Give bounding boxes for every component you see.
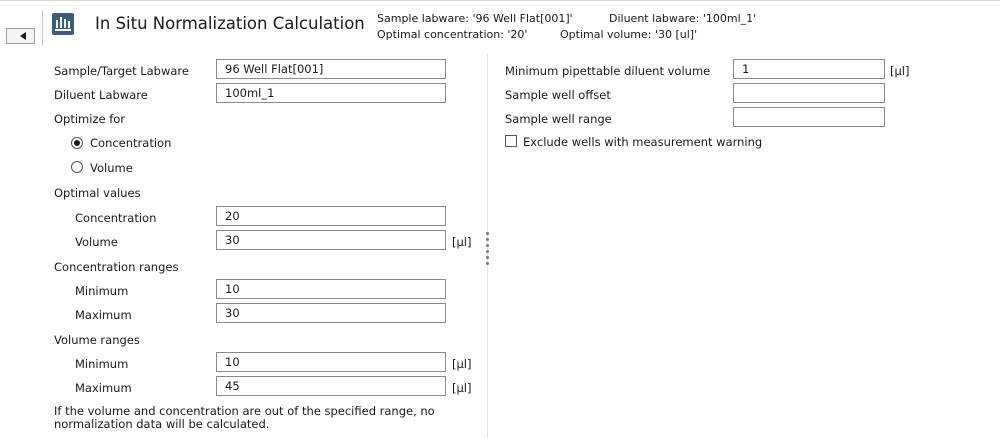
min-pipettable-volume-label: Minimum pipettable diluent volume (505, 64, 711, 78)
optimal-volume-unit: [µl] (452, 235, 472, 249)
concentration-radio[interactable] (71, 137, 83, 149)
min-pipettable-volume-unit: [µl] (890, 64, 910, 78)
sample-well-offset-label: Sample well offset (505, 88, 611, 102)
volume-ranges-label: Volume ranges (54, 333, 140, 347)
sample-target-labware-field[interactable] (216, 59, 446, 79)
concentration-maximum-label: Maximum (75, 308, 132, 322)
splitter-grip-icon[interactable] (486, 250, 489, 253)
header-separator (42, 10, 43, 46)
volume-radio[interactable] (71, 161, 83, 173)
volume-maximum-label: Maximum (75, 381, 132, 395)
exclude-wells-label: Exclude wells with measurement warning (523, 135, 763, 149)
plate-icon (52, 13, 74, 35)
volume-minimum-label: Minimum (75, 357, 129, 371)
splitter-grip-icon[interactable] (486, 256, 489, 259)
sample-well-range-field[interactable] (733, 107, 885, 127)
sample-well-range-label: Sample well range (505, 112, 612, 126)
splitter-grip-icon[interactable] (486, 262, 489, 265)
sample-well-offset-field[interactable] (733, 83, 885, 103)
optimal-volume-field[interactable] (216, 230, 446, 250)
optimal-volume-info: Optimal volume: '30 [ul]' (560, 28, 698, 41)
optimize-for-label: Optimize for (54, 112, 126, 126)
optimal-volume-label: Volume (75, 235, 118, 249)
sample-target-labware-label: Sample/Target Labware (54, 64, 189, 78)
volume-maximum-unit: [µl] (452, 381, 472, 395)
header-top-border (0, 0, 1000, 1)
min-pipettable-volume-field[interactable] (733, 59, 885, 79)
volume-maximum-field[interactable] (216, 376, 446, 396)
splitter-grip-icon[interactable] (486, 238, 489, 241)
concentration-minimum-field[interactable] (216, 279, 446, 299)
concentration-minimum-label: Minimum (75, 284, 129, 298)
splitter-grip-icon[interactable] (486, 232, 489, 235)
concentration-maximum-field[interactable] (216, 303, 446, 323)
diluent-labware-label: Diluent Labware (54, 88, 148, 102)
triangle-left-icon (20, 32, 26, 40)
diluent-labware-field[interactable] (216, 83, 446, 103)
sample-labware-info: Sample labware: '96 Well Flat[001]' (377, 12, 573, 25)
volume-minimum-unit: [µl] (452, 357, 472, 371)
optimal-concentration-info: Optimal concentration: '20' (377, 28, 528, 41)
optimal-concentration-label: Concentration (75, 211, 157, 225)
range-note-line-2: normalization data will be calculated. (54, 417, 270, 431)
splitter-grip-icon[interactable] (486, 244, 489, 247)
diluent-labware-info: Diluent labware: '100ml_1' (609, 12, 757, 25)
optimal-concentration-field[interactable] (216, 206, 446, 226)
collapse-button[interactable] (6, 28, 35, 44)
page-title: In Situ Normalization Calculation (95, 14, 365, 33)
volume-minimum-field[interactable] (216, 352, 446, 372)
concentration-ranges-label: Concentration ranges (54, 260, 179, 274)
exclude-wells-checkbox[interactable] (505, 135, 517, 147)
volume-option-label: Volume (90, 161, 133, 175)
concentration-option-label: Concentration (90, 136, 172, 150)
optimal-values-label: Optimal values (54, 186, 141, 200)
